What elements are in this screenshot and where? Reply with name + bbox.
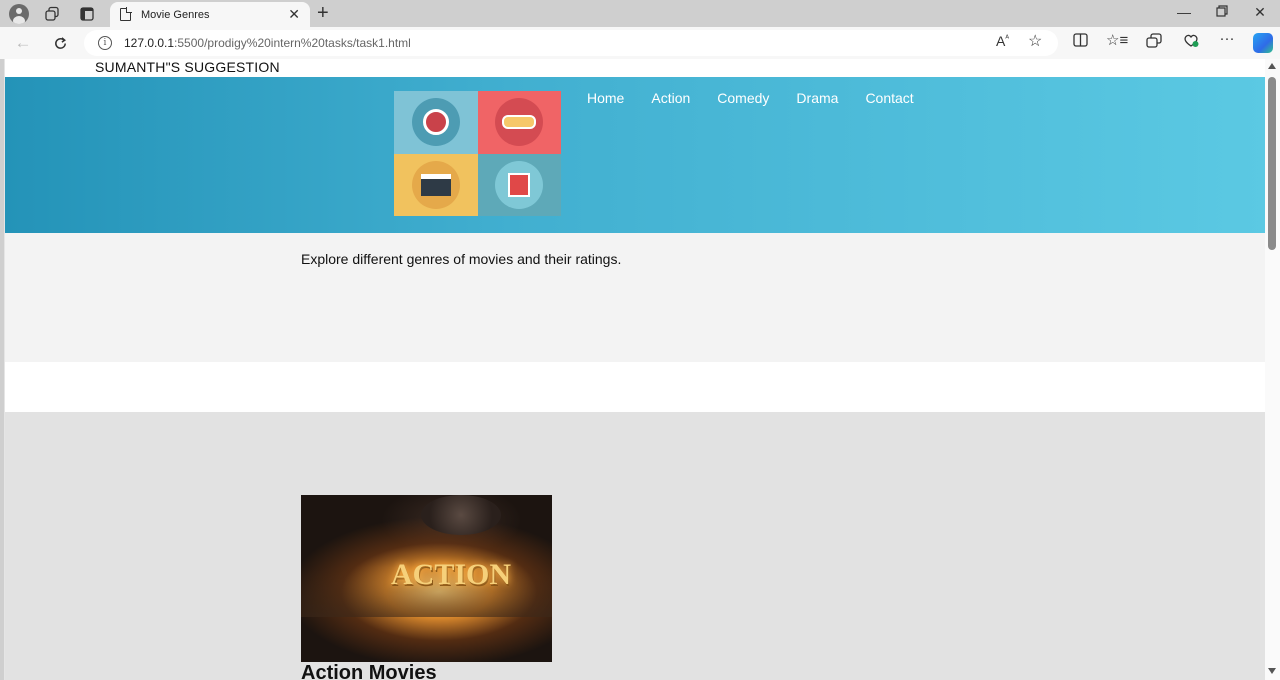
read-aloud-icon[interactable]: Aᴬ [996,33,1009,49]
action-image-text: ACTION [391,558,512,591]
cinema-tile [394,91,478,154]
film-reel-icon [422,109,449,136]
clapper-tile [394,153,478,216]
tab-movie-genres[interactable]: Movie Genres ✕ [110,2,310,27]
minimize-icon[interactable]: — [1174,4,1194,20]
scrollbar-thumb[interactable] [1268,77,1276,250]
intro-section: Explore different genres of movies and t… [5,233,1265,362]
page-scrollbar[interactable] [1265,59,1280,680]
more-options-icon[interactable]: ··· [1216,30,1238,47]
favorites-icon[interactable]: ☆≡ [1106,31,1128,49]
nav-link-contact[interactable]: Contact [865,90,913,106]
browser-essentials-icon[interactable] [1180,33,1202,52]
copilot-icon[interactable] [1253,33,1273,53]
nav-link-action[interactable]: Action [651,90,690,106]
genre-logo-image [394,91,561,216]
director-tile [477,153,561,216]
profile-icon[interactable] [8,4,30,24]
address-bar[interactable]: i 127.0.0.1:5500/prodigy%20intern%20task… [84,30,1058,56]
intro-text: Explore different genres of movies and t… [301,251,622,267]
action-movie-image: ACTION [301,495,552,662]
site-title: SUMANTH"S SUGGESTION [95,59,280,75]
card-title: Action Movies [301,662,437,680]
close-window-icon[interactable]: ✕ [1250,4,1270,21]
action-tile [477,91,561,154]
director-chair-icon [508,172,531,197]
tab-actions-icon[interactable] [76,4,98,24]
header-banner: Home Action Comedy Drama Contact [5,77,1265,233]
collections-icon[interactable] [1143,33,1165,52]
workspaces-icon[interactable] [41,4,63,24]
nav-link-comedy[interactable]: Comedy [717,90,769,106]
nav-link-home[interactable]: Home [587,90,624,106]
section-spacer [5,362,1265,412]
back-arrow-icon[interactable]: ← [12,32,34,54]
genres-section: ACTION Action Movies [5,412,1265,680]
scroll-up-arrow-icon[interactable] [1268,63,1276,69]
page-icon [120,7,132,21]
close-tab-icon[interactable]: ✕ [288,6,300,23]
scroll-down-arrow-icon[interactable] [1268,668,1276,674]
site-info-icon[interactable]: i [98,36,112,50]
new-tab-icon[interactable]: + [317,2,329,25]
browser-toolbar: ← i 127.0.0.1:5500/prodigy%20intern%20ta… [0,27,1280,59]
nav-link-drama[interactable]: Drama [796,90,838,106]
car-icon [502,115,537,130]
clapperboard-icon [420,173,451,196]
reload-icon[interactable] [49,32,71,54]
url-text: 127.0.0.1:5500/prodigy%20intern%20tasks/… [124,36,411,50]
url-path: :5500/prodigy%20intern%20tasks/task1.htm… [174,36,411,50]
split-screen-icon[interactable] [1069,33,1091,51]
tab-title: Movie Genres [141,8,210,21]
page-viewport: SUMANTH"S SUGGESTION Home Action Comedy … [4,59,1265,680]
favorite-star-icon[interactable]: ☆ [1028,31,1042,51]
browser-tab-bar: Movie Genres ✕ + — ✕ [0,0,1280,27]
url-host: 127.0.0.1 [124,36,175,50]
main-nav: Home Action Comedy Drama Contact [587,90,941,106]
restore-icon[interactable] [1212,4,1232,20]
